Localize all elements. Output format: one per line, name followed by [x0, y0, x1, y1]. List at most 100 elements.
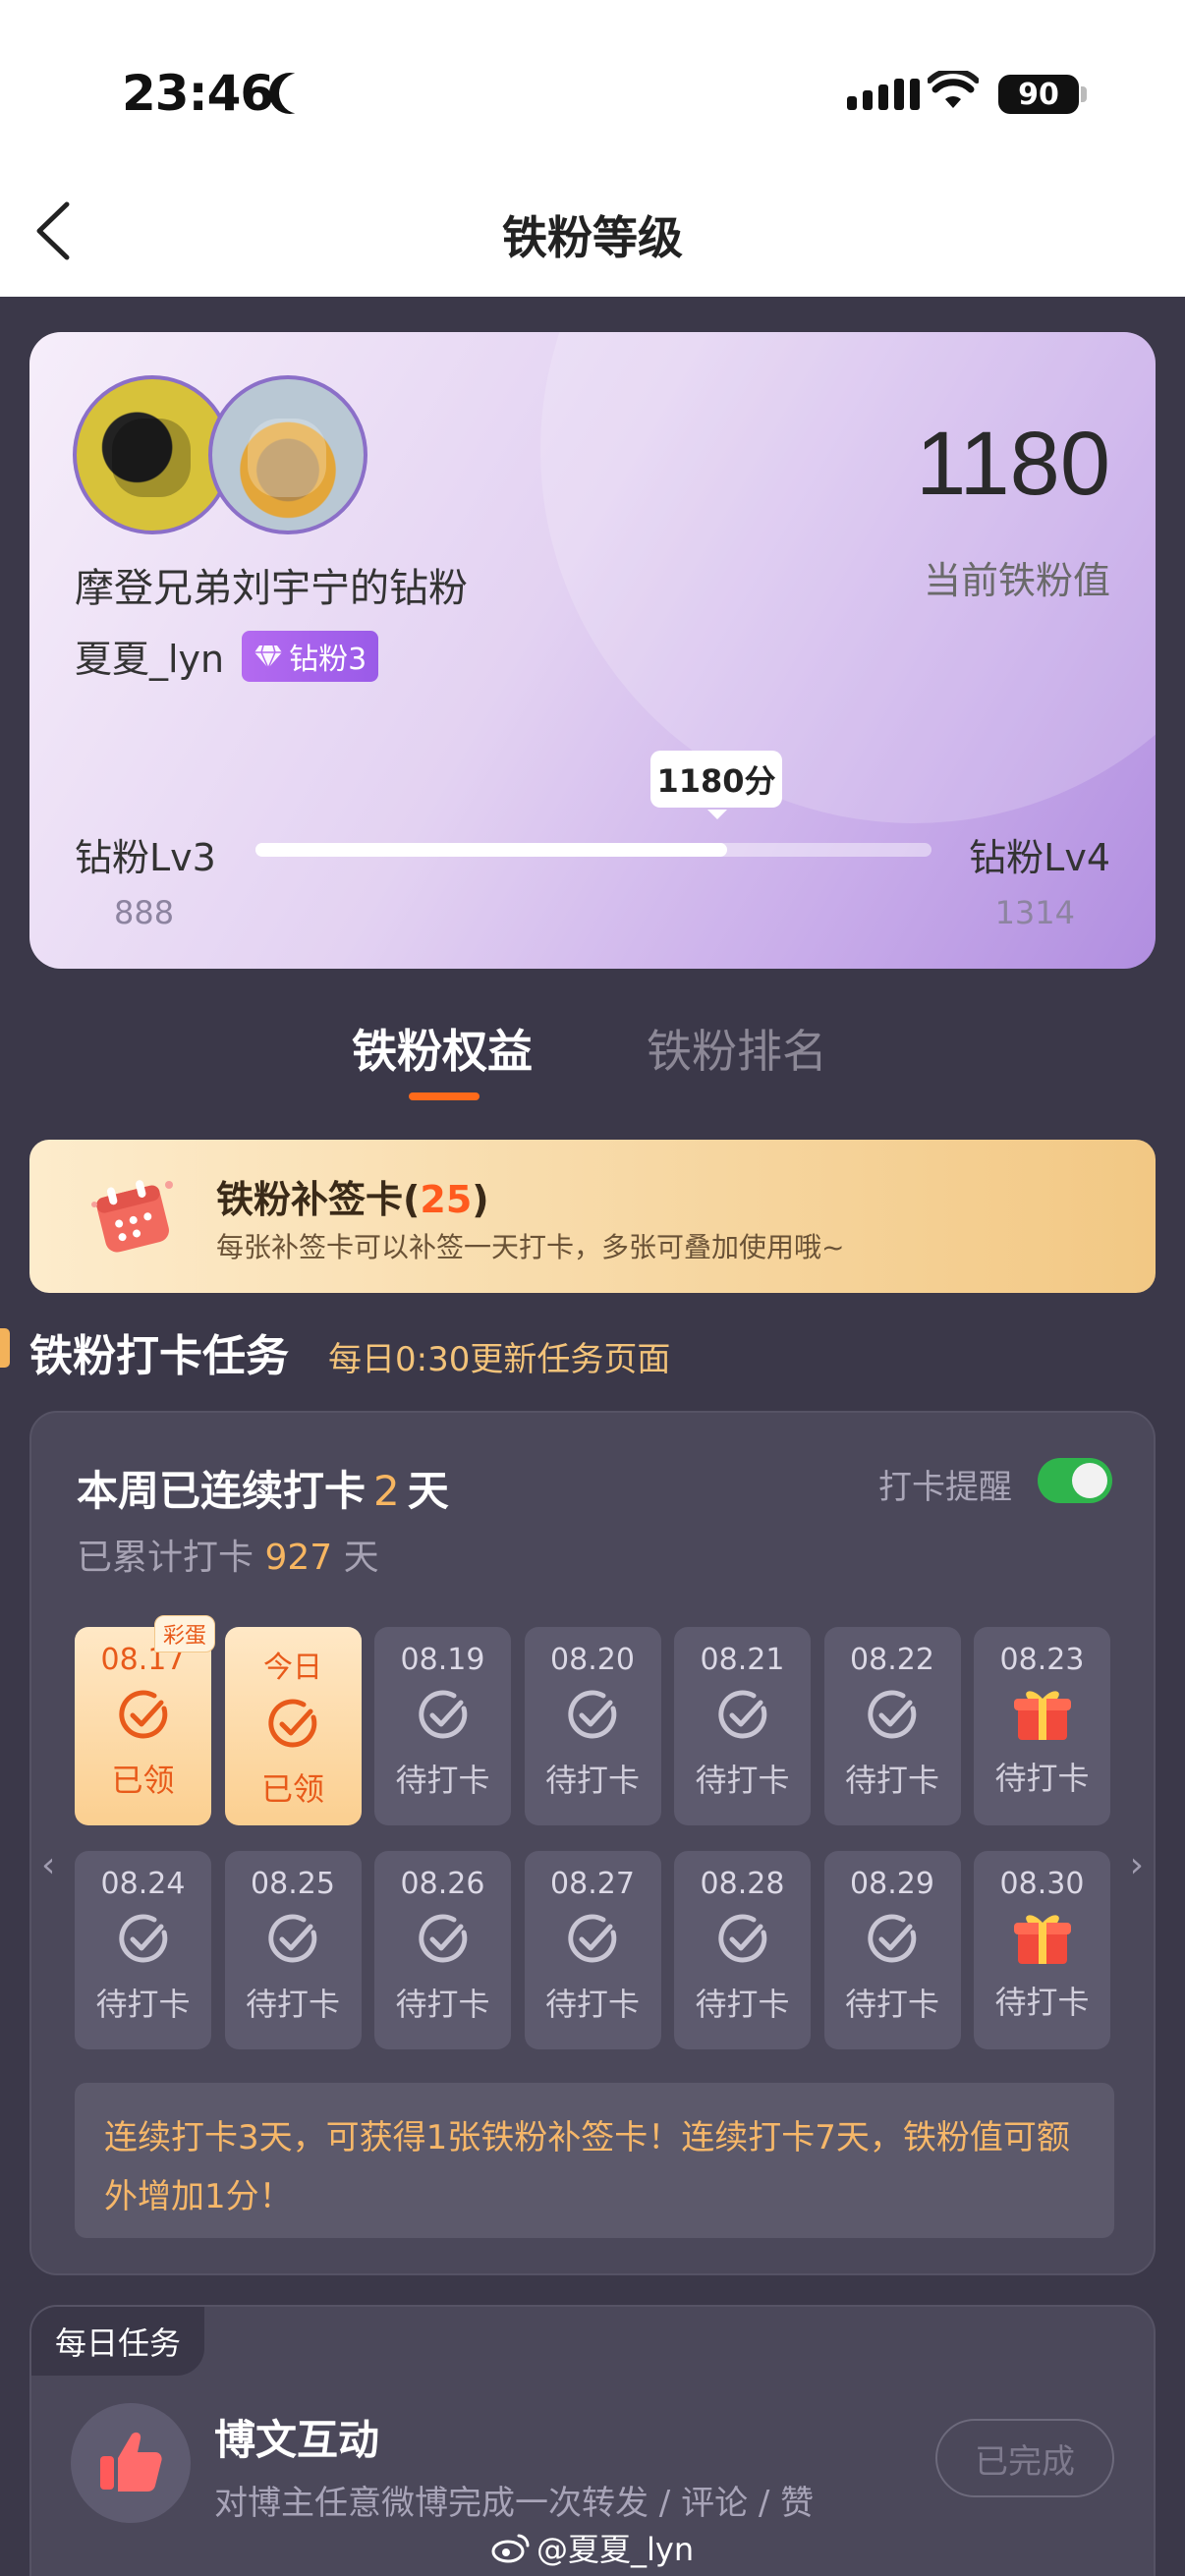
battery-tip [1081, 86, 1087, 102]
checkin-day-status: 待打卡 [245, 1986, 340, 2023]
section-subtitle: 每日0:30更新任务页面 [328, 1340, 671, 1379]
checkin-day[interactable]: 彩蛋 08.17 已领 [75, 1615, 215, 1825]
checkin-day-status: 待打卡 [395, 1986, 490, 2023]
active-tab-indicator [409, 1092, 480, 1100]
chevron-right-icon[interactable]: › [1130, 1845, 1144, 1885]
checkin-day-date: 08.27 [550, 1867, 635, 1901]
fan-score: 1180 [916, 414, 1110, 514]
checkin-day-status: 已领 [111, 1762, 175, 1799]
supplement-card-title: 铁粉补签卡(25) [216, 1178, 489, 1221]
section-marker [0, 1328, 10, 1368]
current-level: 钻粉Lv3 [75, 836, 216, 879]
checkin-reminder-toggle[interactable] [1038, 1458, 1112, 1503]
supplement-card-banner[interactable]: 铁粉补签卡(25) 每张补签卡可以补签一天打卡，多张可叠加使用哦~ [29, 1140, 1156, 1293]
checkin-day[interactable]: 08.25 待打卡 [224, 1851, 362, 2049]
chevron-left-icon[interactable]: ‹ [41, 1845, 55, 1885]
checkin-day[interactable]: 08.26 待打卡 [374, 1851, 511, 2049]
checkin-day[interactable]: 08.24 待打卡 [75, 1851, 211, 2049]
tab-ranking[interactable]: 铁粉排名 [647, 1016, 827, 1081]
checkin-day-status: 已领 [260, 1770, 324, 1808]
check-icon [268, 1914, 317, 1963]
checkin-day-status: 待打卡 [95, 1986, 191, 2023]
checkin-day[interactable]: 08.29 待打卡 [823, 1851, 961, 2049]
total-days: 927 [264, 1538, 333, 1578]
weibo-logo-icon [491, 2534, 530, 2563]
status-time: 23:46 [122, 65, 274, 122]
checkin-day[interactable]: 08.19 待打卡 [374, 1627, 511, 1825]
checkin-day-date: 08.19 [400, 1643, 485, 1677]
checkin-day[interactable]: 08.30 待打卡 [974, 1851, 1110, 2049]
fan-title: 摩登兄弟刘宇宁的钻粉 [75, 566, 468, 611]
checkin-day[interactable]: 08.20 待打卡 [524, 1627, 661, 1825]
easter-egg-badge: 彩蛋 [153, 1615, 215, 1652]
fan-level-card: 摩登兄弟刘宇宁的钻粉 夏夏_lyn 钻粉3 1180 当前铁粉值 1180分 钻… [29, 332, 1156, 969]
tab-benefits[interactable]: 铁粉权益 [352, 1016, 533, 1081]
checkin-day[interactable]: 08.28 待打卡 [674, 1851, 811, 2049]
checkin-day[interactable]: 08.27 待打卡 [524, 1851, 661, 2049]
supplement-card-count: 25 [420, 1178, 473, 1221]
checkin-day-status: 待打卡 [544, 1986, 640, 2023]
user-row: 夏夏_lyn 钻粉3 [75, 629, 379, 683]
checkin-calendar: 彩蛋 08.17 已领 今日 已领 08.19 待打卡 08.20 待打卡 08.21 待打卡 08.… [75, 1615, 1110, 2049]
checkin-day-date: 08.29 [850, 1867, 934, 1901]
checkin-day-date: 08.22 [850, 1643, 934, 1677]
checkin-tip: 连续打卡3天，可获得1张铁粉补签卡！连续打卡7天，铁粉值可额外增加1分！ [75, 2083, 1114, 2238]
fan-score-label: 当前铁粉值 [923, 559, 1110, 602]
signal-icon [847, 79, 920, 110]
level-progress-bar [255, 843, 931, 857]
check-icon [568, 1690, 617, 1739]
check-icon [717, 1690, 766, 1739]
checkin-day-date: 08.28 [700, 1867, 785, 1901]
check-icon [868, 1690, 917, 1739]
moon-icon [279, 73, 320, 114]
page-title: 铁粉等级 [502, 211, 683, 264]
level-badge: 钻粉3 [242, 630, 379, 682]
current-level-threshold: 888 [114, 894, 175, 931]
checkin-day-status: 待打卡 [994, 1760, 1090, 1797]
total-checkins: 已累计打卡 927 天 [77, 1538, 379, 1578]
weekly-streak: 本周已连续打卡 2 天 [77, 1467, 449, 1515]
next-level: 钻粉Lv4 [969, 836, 1110, 879]
gift-icon [1013, 1691, 1071, 1740]
checkin-day-date: 今日 [263, 1651, 322, 1685]
level-badge-label: 钻粉3 [289, 642, 367, 677]
weibo-watermark: @夏夏_lyn [491, 2525, 694, 2570]
thumbs-up-icon [100, 2432, 162, 2492]
task-completed-button[interactable]: 已完成 [935, 2419, 1114, 2497]
checkin-reminder-label: 打卡提醒 [878, 1468, 1012, 1507]
task-icon-circle [71, 2403, 191, 2523]
check-icon [418, 1914, 467, 1963]
checkin-panel: 本周已连续打卡 2 天 已累计打卡 927 天 打卡提醒 彩蛋 08.17 已领 今日 已领… [29, 1411, 1156, 2275]
streak-days: 2 [373, 1467, 400, 1515]
supplement-card-desc: 每张补签卡可以补签一天打卡，多张可叠加使用哦~ [216, 1231, 845, 1263]
checkin-day-date: 08.21 [700, 1643, 785, 1677]
next-level-threshold: 1314 [994, 894, 1075, 931]
header: 23:46 90 铁粉等级 [0, 0, 1185, 297]
gift-icon [1013, 1915, 1071, 1964]
checkin-day[interactable]: 08.21 待打卡 [674, 1627, 811, 1825]
wifi-icon [928, 71, 979, 108]
daily-tasks-tag: 每日任务 [31, 2307, 205, 2376]
checkin-day-date: 08.26 [400, 1867, 485, 1901]
checkin-day-status: 待打卡 [695, 1762, 790, 1799]
checkin-day-status: 待打卡 [395, 1762, 490, 1799]
task-desc: 对博主任意微博完成一次转发 / 评论 / 赞 [214, 2484, 815, 2523]
checkin-day[interactable]: 今日 已领 [224, 1627, 362, 1825]
battery-indicator: 90 [998, 75, 1079, 114]
star-avatar[interactable] [208, 375, 367, 534]
checkin-day[interactable]: 08.22 待打卡 [823, 1627, 961, 1825]
checkin-day-date: 08.30 [999, 1867, 1085, 1901]
task-title: 博文互动 [214, 2416, 380, 2464]
checkin-day-status: 待打卡 [695, 1986, 790, 2023]
calendar-icon [91, 1180, 173, 1253]
diamond-icon [254, 644, 283, 669]
checkin-day-date: 08.20 [550, 1643, 635, 1677]
watermark-text: @夏夏_lyn [536, 2531, 695, 2568]
checkin-day-status: 待打卡 [544, 1762, 640, 1799]
check-icon [717, 1914, 766, 1963]
checkin-day-status: 待打卡 [994, 1984, 1090, 2021]
check-icon [568, 1914, 617, 1963]
username: 夏夏_lyn [75, 638, 225, 681]
checkin-day[interactable]: 08.23 待打卡 [974, 1627, 1110, 1825]
check-icon [868, 1914, 917, 1963]
